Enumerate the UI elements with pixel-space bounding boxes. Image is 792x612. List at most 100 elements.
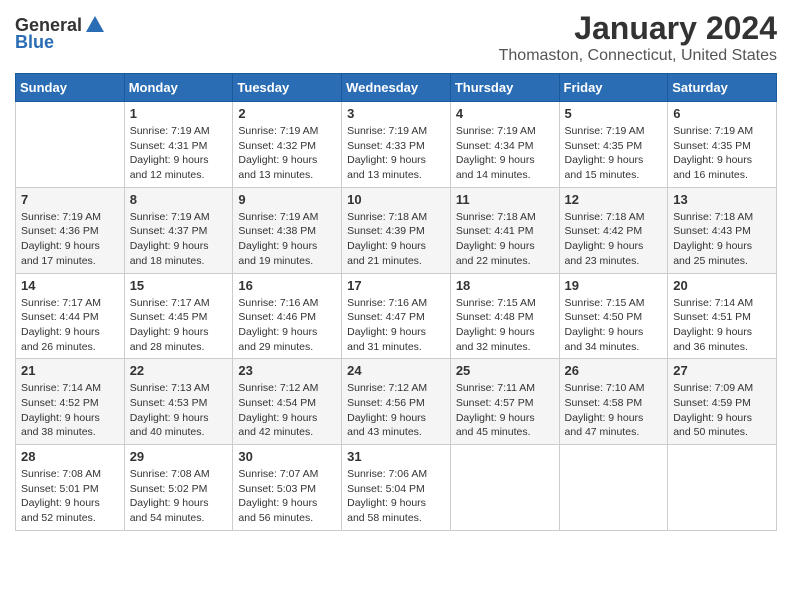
day-info: Sunrise: 7:13 AM Sunset: 4:53 PM Dayligh… [130, 381, 228, 440]
calendar-day-cell: 26Sunrise: 7:10 AM Sunset: 4:58 PM Dayli… [559, 359, 668, 445]
logo-icon [84, 14, 106, 36]
day-info: Sunrise: 7:10 AM Sunset: 4:58 PM Dayligh… [565, 381, 663, 440]
calendar-day-cell: 3Sunrise: 7:19 AM Sunset: 4:33 PM Daylig… [342, 102, 451, 188]
calendar-day-cell: 11 Sunrise: 7:18 AM Sunset: 4:41 PM Dayli… [450, 187, 559, 273]
calendar-day-cell: 17Sunrise: 7:16 AM Sunset: 4:47 PM Dayli… [342, 273, 451, 359]
day-number: 5 [565, 106, 663, 121]
logo: General Blue [15, 10, 106, 53]
day-info: Sunrise: 7:19 AM Sunset: 4:35 PM Dayligh… [565, 124, 663, 183]
day-number: 19 [565, 278, 663, 293]
calendar-day-cell: 31 Sunrise: 7:06 AM Sunset: 5:04 PM Dayli… [342, 445, 451, 531]
calendar-day-cell: 6 Sunrise: 7:19 AM Sunset: 4:35 PM Daylig… [668, 102, 777, 188]
day-number: 15 [130, 278, 228, 293]
calendar-day-cell: 10 Sunrise: 7:18 AM Sunset: 4:39 PM Dayli… [342, 187, 451, 273]
calendar-week-row: 14Sunrise: 7:17 AM Sunset: 4:44 PM Dayli… [16, 273, 777, 359]
day-info: Sunrise: 7:19 AM Sunset: 4:36 PM Dayligh… [21, 210, 119, 269]
calendar-header-saturday: Saturday [668, 74, 777, 102]
calendar-day-cell: 21 Sunrise: 7:14 AM Sunset: 4:52 PM Dayli… [16, 359, 125, 445]
day-info: Sunrise: 7:19 AM Sunset: 4:37 PM Dayligh… [130, 210, 228, 269]
day-number: 18 [456, 278, 554, 293]
day-number: 8 [130, 192, 228, 207]
day-info: Sunrise: 7:06 AM Sunset: 5:04 PM Dayligh… [347, 467, 445, 526]
calendar-day-cell [668, 445, 777, 531]
day-number: 7 [21, 192, 119, 207]
day-info: Sunrise: 7:19 AM Sunset: 4:35 PM Dayligh… [673, 124, 771, 183]
day-info: Sunrise: 7:18 AM Sunset: 4:39 PM Dayligh… [347, 210, 445, 269]
day-info: Sunrise: 7:18 AM Sunset: 4:43 PM Dayligh… [673, 210, 771, 269]
calendar-day-cell: 28 Sunrise: 7:08 AM Sunset: 5:01 PM Dayli… [16, 445, 125, 531]
calendar-header-friday: Friday [559, 74, 668, 102]
day-info: Sunrise: 7:15 AM Sunset: 4:48 PM Dayligh… [456, 296, 554, 355]
calendar-day-cell: 22 Sunrise: 7:13 AM Sunset: 4:53 PM Dayli… [124, 359, 233, 445]
calendar-week-row: 1 Sunrise: 7:19 AM Sunset: 4:31 PM Daylig… [16, 102, 777, 188]
day-number: 27 [673, 363, 771, 378]
day-number: 2 [238, 106, 336, 121]
day-number: 25 [456, 363, 554, 378]
day-number: 24 [347, 363, 445, 378]
day-info: Sunrise: 7:08 AM Sunset: 5:01 PM Dayligh… [21, 467, 119, 526]
day-number: 16 [238, 278, 336, 293]
day-number: 1 [130, 106, 228, 121]
page-header: General Blue January 2024 Thomaston, Con… [15, 10, 777, 65]
calendar-day-cell: 19 Sunrise: 7:15 AM Sunset: 4:50 PM Dayli… [559, 273, 668, 359]
day-number: 20 [673, 278, 771, 293]
day-info: Sunrise: 7:19 AM Sunset: 4:31 PM Dayligh… [130, 124, 228, 183]
day-number: 22 [130, 363, 228, 378]
calendar-header-wednesday: Wednesday [342, 74, 451, 102]
day-number: 28 [21, 449, 119, 464]
day-info: Sunrise: 7:19 AM Sunset: 4:38 PM Dayligh… [238, 210, 336, 269]
calendar-day-cell: 1 Sunrise: 7:19 AM Sunset: 4:31 PM Daylig… [124, 102, 233, 188]
calendar-day-cell: 18 Sunrise: 7:15 AM Sunset: 4:48 PM Dayli… [450, 273, 559, 359]
day-info: Sunrise: 7:18 AM Sunset: 4:41 PM Dayligh… [456, 210, 554, 269]
day-info: Sunrise: 7:19 AM Sunset: 4:34 PM Dayligh… [456, 124, 554, 183]
logo-blue-text: Blue [15, 32, 54, 53]
calendar-header-monday: Monday [124, 74, 233, 102]
day-number: 21 [21, 363, 119, 378]
calendar-day-cell: 15 Sunrise: 7:17 AM Sunset: 4:45 PM Dayli… [124, 273, 233, 359]
day-info: Sunrise: 7:17 AM Sunset: 4:45 PM Dayligh… [130, 296, 228, 355]
calendar-day-cell: 13Sunrise: 7:18 AM Sunset: 4:43 PM Dayli… [668, 187, 777, 273]
day-number: 6 [673, 106, 771, 121]
page-subtitle: Thomaston, Connecticut, United States [499, 47, 777, 65]
day-info: Sunrise: 7:19 AM Sunset: 4:32 PM Dayligh… [238, 124, 336, 183]
day-number: 12 [565, 192, 663, 207]
day-info: Sunrise: 7:11 AM Sunset: 4:57 PM Dayligh… [456, 381, 554, 440]
day-number: 14 [21, 278, 119, 293]
calendar-day-cell: 4 Sunrise: 7:19 AM Sunset: 4:34 PM Daylig… [450, 102, 559, 188]
page-title: January 2024 [499, 10, 777, 47]
calendar-day-cell: 30Sunrise: 7:07 AM Sunset: 5:03 PM Dayli… [233, 445, 342, 531]
day-info: Sunrise: 7:16 AM Sunset: 4:46 PM Dayligh… [238, 296, 336, 355]
day-info: Sunrise: 7:14 AM Sunset: 4:52 PM Dayligh… [21, 381, 119, 440]
calendar-day-cell: 24 Sunrise: 7:12 AM Sunset: 4:56 PM Dayli… [342, 359, 451, 445]
calendar-week-row: 28 Sunrise: 7:08 AM Sunset: 5:01 PM Dayli… [16, 445, 777, 531]
day-info: Sunrise: 7:18 AM Sunset: 4:42 PM Dayligh… [565, 210, 663, 269]
day-number: 4 [456, 106, 554, 121]
day-number: 31 [347, 449, 445, 464]
day-info: Sunrise: 7:07 AM Sunset: 5:03 PM Dayligh… [238, 467, 336, 526]
day-info: Sunrise: 7:12 AM Sunset: 4:56 PM Dayligh… [347, 381, 445, 440]
day-info: Sunrise: 7:19 AM Sunset: 4:33 PM Dayligh… [347, 124, 445, 183]
calendar-day-cell [450, 445, 559, 531]
day-info: Sunrise: 7:14 AM Sunset: 4:51 PM Dayligh… [673, 296, 771, 355]
calendar-header-thursday: Thursday [450, 74, 559, 102]
day-info: Sunrise: 7:08 AM Sunset: 5:02 PM Dayligh… [130, 467, 228, 526]
day-info: Sunrise: 7:16 AM Sunset: 4:47 PM Dayligh… [347, 296, 445, 355]
day-info: Sunrise: 7:09 AM Sunset: 4:59 PM Dayligh… [673, 381, 771, 440]
calendar-day-cell: 16 Sunrise: 7:16 AM Sunset: 4:46 PM Dayli… [233, 273, 342, 359]
calendar-day-cell [559, 445, 668, 531]
calendar-header-tuesday: Tuesday [233, 74, 342, 102]
calendar-day-cell [16, 102, 125, 188]
calendar-week-row: 7 Sunrise: 7:19 AM Sunset: 4:36 PM Daylig… [16, 187, 777, 273]
day-info: Sunrise: 7:15 AM Sunset: 4:50 PM Dayligh… [565, 296, 663, 355]
calendar-header-sunday: Sunday [16, 74, 125, 102]
title-area: January 2024 Thomaston, Connecticut, Uni… [499, 10, 777, 65]
day-number: 10 [347, 192, 445, 207]
day-number: 29 [130, 449, 228, 464]
day-number: 9 [238, 192, 336, 207]
calendar-day-cell: 8 Sunrise: 7:19 AM Sunset: 4:37 PM Daylig… [124, 187, 233, 273]
calendar-day-cell: 23Sunrise: 7:12 AM Sunset: 4:54 PM Dayli… [233, 359, 342, 445]
day-number: 11 [456, 192, 554, 207]
calendar-header-row: SundayMondayTuesdayWednesdayThursdayFrid… [16, 74, 777, 102]
calendar-day-cell: 7 Sunrise: 7:19 AM Sunset: 4:36 PM Daylig… [16, 187, 125, 273]
calendar-day-cell: 20 Sunrise: 7:14 AM Sunset: 4:51 PM Dayli… [668, 273, 777, 359]
